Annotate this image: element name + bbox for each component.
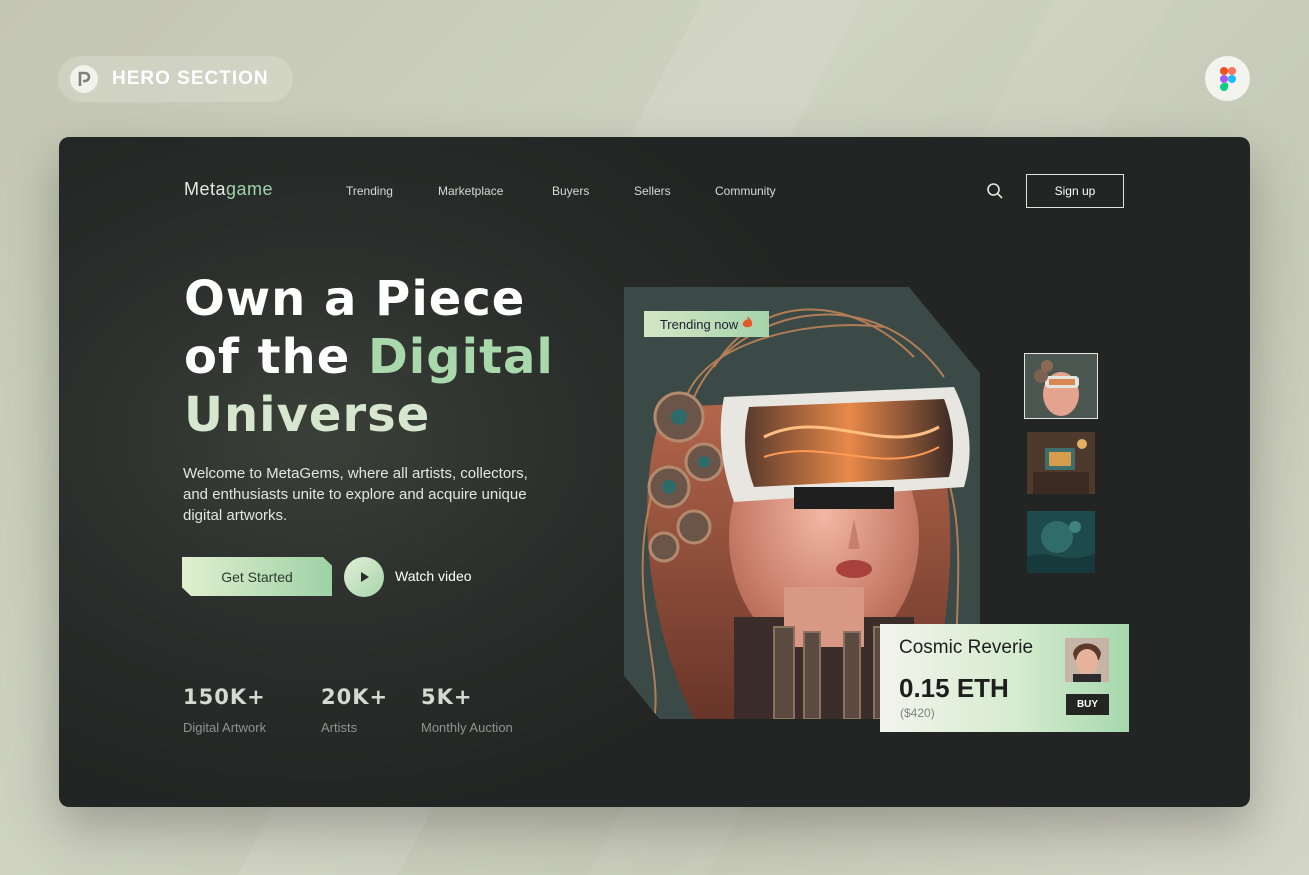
trending-badge: Trending now	[644, 311, 769, 337]
headline-line-1: Own a Piece	[184, 271, 526, 327]
artwork-price: 0.15 ETH	[899, 673, 1009, 703]
hero-headline: Own a Piece of the Digital Universe	[184, 270, 554, 444]
play-icon[interactable]	[344, 557, 384, 597]
stat-value: 20K+	[321, 685, 389, 709]
stat-label: Monthly Auction	[421, 720, 513, 735]
nav-buyers[interactable]: Buyers	[552, 184, 589, 198]
get-started-button[interactable]: Get Started	[182, 557, 332, 596]
logo-accent: game	[226, 179, 274, 199]
hero-section-badge: HERO SECTION	[58, 56, 293, 102]
badge-label: HERO SECTION	[112, 68, 269, 89]
stat-label: Artists	[321, 720, 358, 735]
hero-frame: Metagame Trending Marketplace Buyers Sel…	[59, 137, 1250, 807]
artwork-usd-price: ($420)	[900, 706, 935, 720]
stat-label: Digital Artwork	[183, 720, 267, 735]
buy-button[interactable]: BUY	[1066, 694, 1109, 715]
artwork-thumbnail[interactable]	[1027, 511, 1095, 573]
headline-line-2: of the Digital	[184, 328, 554, 386]
nav-marketplace[interactable]: Marketplace	[438, 184, 503, 198]
headline-line-3: Universe	[184, 387, 431, 443]
artwork-info-card: Cosmic Reverie 0.15 ETH ($420) BUY	[880, 624, 1129, 732]
figma-icon	[1205, 56, 1250, 101]
signup-button[interactable]: Sign up	[1026, 174, 1124, 208]
logo-prefix: Meta	[184, 179, 227, 199]
stat-value: 150K+	[183, 685, 266, 709]
avatar[interactable]	[1065, 638, 1109, 682]
stat-value: 5K+	[421, 685, 473, 709]
fire-icon	[742, 316, 753, 332]
site-logo[interactable]: Metagame	[184, 179, 273, 200]
watch-video-link[interactable]: Watch video	[395, 568, 472, 584]
hero-description: Welcome to MetaGems, where all artists, …	[183, 465, 528, 524]
nav-community[interactable]: Community	[715, 184, 776, 198]
headline-line-2-green: Digital	[367, 329, 554, 385]
headline-line-2-white: of the	[184, 329, 368, 385]
artwork-thumbnail[interactable]	[1027, 432, 1095, 494]
nav-trending[interactable]: Trending	[346, 184, 393, 198]
nav-sellers[interactable]: Sellers	[634, 184, 671, 198]
artwork-title: Cosmic Reverie	[899, 637, 1034, 658]
p-logo-icon	[70, 65, 98, 93]
search-icon[interactable]	[986, 182, 1004, 200]
trending-label: Trending now	[659, 316, 739, 332]
artwork-thumbnail[interactable]	[1024, 353, 1098, 419]
